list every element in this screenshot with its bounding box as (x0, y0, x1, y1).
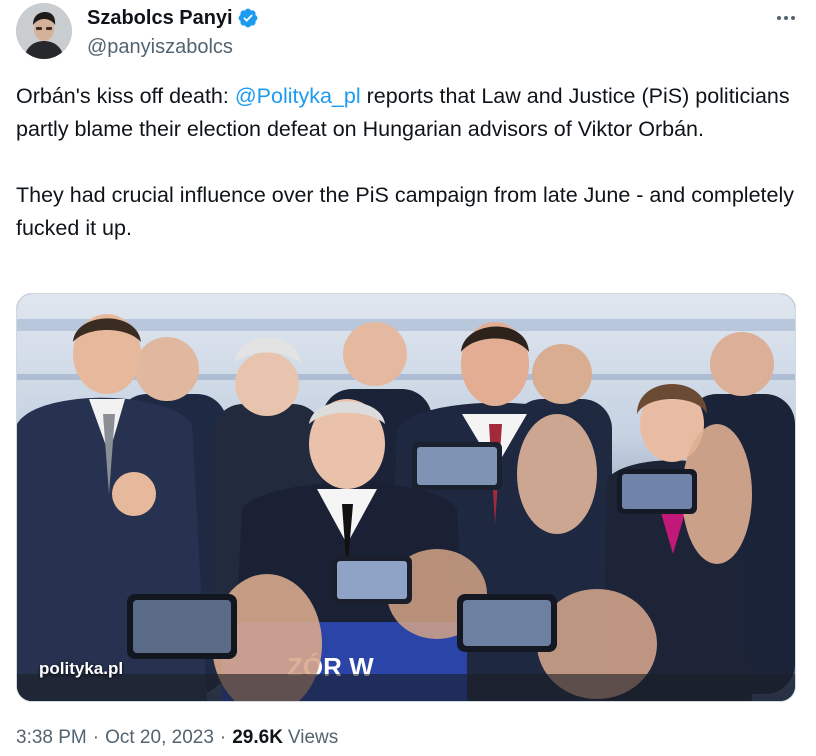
more-options-icon[interactable] (772, 8, 800, 28)
more-dot (784, 16, 788, 20)
tweet-header: Szabolcs Panyi @panyiszabolcs (16, 0, 800, 70)
meta-separator: · (219, 727, 227, 748)
avatar[interactable] (16, 3, 72, 59)
avatar-image (16, 3, 72, 59)
mention-link[interactable]: @Polityka_pl (235, 84, 361, 108)
views-label: Views (287, 727, 339, 748)
tweet-text: Orbán's kiss off death: @Polityka_pl rep… (16, 80, 796, 245)
author-handle[interactable]: @panyiszabolcs (87, 34, 233, 60)
author-display-name[interactable]: Szabolcs Panyi (87, 5, 233, 31)
tweet-paragraph-2: They had crucial influence over the PiS … (16, 183, 794, 240)
views-count: 29.6K (232, 727, 283, 748)
photo-image: ZÓR W (17, 294, 795, 701)
tweet-photo[interactable]: ZÓR W polityka.pl (16, 293, 796, 702)
verified-badge-icon (238, 8, 258, 28)
tweet-timestamp-time[interactable]: 3:38 PM (16, 726, 87, 750)
more-dot (777, 16, 781, 20)
more-dot (791, 16, 795, 20)
tweet-timestamp-date[interactable]: Oct 20, 2023 (105, 726, 214, 750)
tweet-meta: 3:38 PM · Oct 20, 2023 · 29.6K Views (16, 726, 338, 750)
tweet-text-segment: Orbán's kiss off death: (16, 84, 235, 108)
meta-separator: · (92, 727, 100, 748)
photo-watermark: polityka.pl (39, 659, 124, 678)
tweet-paragraph-1: Orbán's kiss off death: @Polityka_pl rep… (16, 80, 796, 146)
author-name-row: Szabolcs Panyi (87, 5, 259, 31)
